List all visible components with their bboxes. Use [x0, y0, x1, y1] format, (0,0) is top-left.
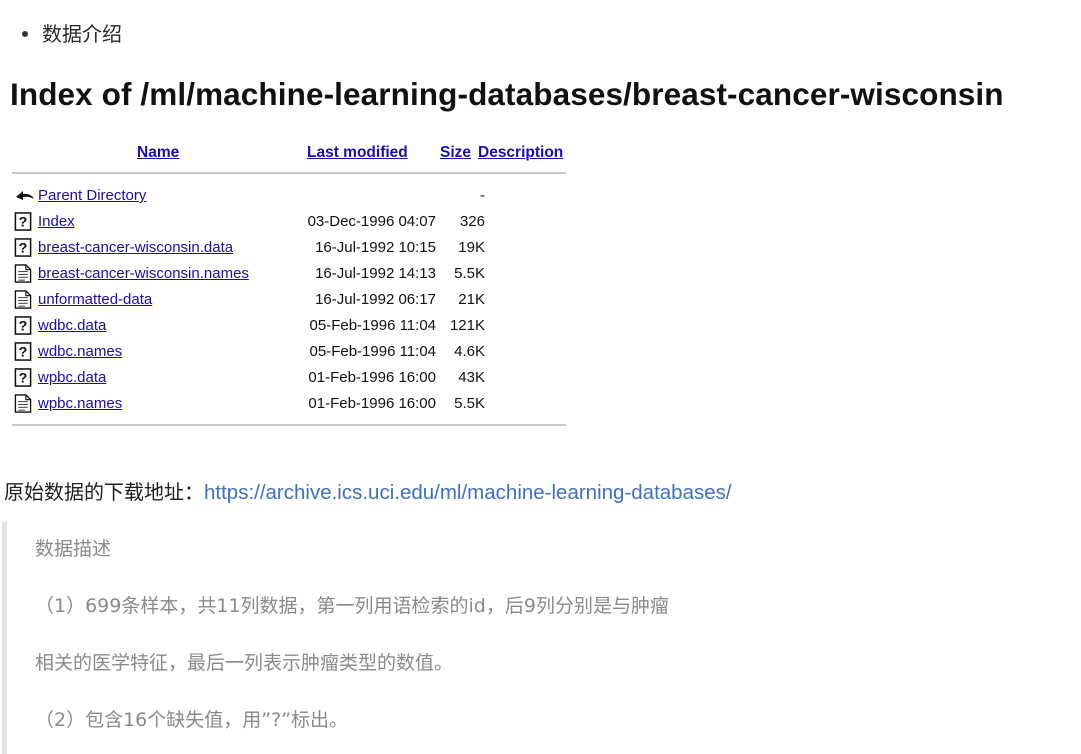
- file-row: ? wdbc.data 05-Feb-1996 11:04 121K: [12, 314, 568, 340]
- text-file-icon: [14, 394, 32, 413]
- section-bullet-label: 数据介绍: [42, 22, 122, 46]
- listing-header: Name Last modified Size Description: [12, 140, 568, 172]
- sort-by-size-link[interactable]: Size: [440, 144, 471, 162]
- unknown-file-icon: ?: [14, 238, 32, 257]
- text-file-icon: [14, 290, 32, 309]
- text-file-icon: [14, 264, 32, 283]
- file-size: -: [480, 187, 485, 204]
- sort-by-name-link[interactable]: Name: [137, 144, 179, 162]
- back-arrow-icon: [14, 186, 34, 205]
- sort-by-description-link[interactable]: Description: [478, 144, 563, 162]
- last-modified: 03-Dec-1996 04:07: [307, 213, 436, 230]
- header-divider: [12, 172, 566, 174]
- description-title: 数据描述: [35, 538, 112, 560]
- directory-listing: Name Last modified Size Description Pare…: [12, 140, 568, 426]
- description-line-3: （2）包含16个缺失值，用”?”标出。: [35, 709, 349, 731]
- file-rows: Parent Directory -? Index 03-Dec-1996 04:07…: [12, 184, 568, 418]
- file-link[interactable]: wpbc.data: [38, 369, 106, 386]
- svg-text:?: ?: [19, 319, 28, 335]
- description-line-2: 相关的医学特征，最后一列表示肿瘤类型的数值。: [35, 652, 454, 674]
- file-row: breast-cancer-wisconsin.names 16-Jul-1992…: [12, 262, 568, 288]
- unknown-file-icon: ?: [14, 316, 32, 335]
- unknown-file-icon: ?: [14, 212, 32, 231]
- last-modified: 05-Feb-1996 11:04: [309, 343, 436, 360]
- file-link[interactable]: breast-cancer-wisconsin.data: [38, 239, 233, 256]
- file-size: 4.6K: [454, 343, 485, 360]
- file-row: ? wdbc.names 05-Feb-1996 11:04 4.6K: [12, 340, 568, 366]
- file-row: unformatted-data 16-Jul-1992 06:17 21K: [12, 288, 568, 314]
- svg-text:?: ?: [19, 241, 28, 257]
- description-quote: 数据描述 （1）699条样本，共11列数据，第一列用语检索的id，后9列分别是与…: [2, 522, 1081, 754]
- last-modified: 16-Jul-1992 06:17: [315, 291, 436, 308]
- file-link[interactable]: wpbc.names: [38, 395, 122, 412]
- svg-text:?: ?: [19, 371, 28, 387]
- download-label: 原始数据的下载地址：: [4, 480, 204, 504]
- sort-by-modified-link[interactable]: Last modified: [307, 144, 408, 162]
- last-modified: 05-Feb-1996 11:04: [309, 317, 436, 334]
- last-modified: 16-Jul-1992 14:13: [315, 265, 436, 282]
- bullet-dot: [22, 30, 28, 37]
- page-title: Index of /ml/machine-learning-databases/…: [10, 76, 1004, 112]
- file-link[interactable]: unformatted-data: [38, 291, 152, 308]
- svg-text:?: ?: [19, 345, 28, 361]
- footer-divider: [12, 424, 566, 426]
- file-row: ? wpbc.data 01-Feb-1996 16:00 43K: [12, 366, 568, 392]
- file-link[interactable]: breast-cancer-wisconsin.names: [38, 265, 249, 282]
- description-line-1: （1）699条样本，共11列数据，第一列用语检索的id，后9列分别是与肿瘤: [35, 595, 669, 617]
- last-modified: 01-Feb-1996 16:00: [308, 369, 436, 386]
- download-line: 原始数据的下载地址：https://archive.ics.uci.edu/ml…: [4, 476, 732, 505]
- file-size: 21K: [458, 291, 485, 308]
- file-link[interactable]: wdbc.data: [38, 317, 106, 334]
- file-row: wpbc.names 01-Feb-1996 16:00 5.5K: [12, 392, 568, 418]
- file-size: 5.5K: [454, 265, 485, 282]
- unknown-file-icon: ?: [14, 342, 32, 361]
- file-size: 43K: [458, 369, 485, 386]
- last-modified: 01-Feb-1996 16:00: [308, 395, 436, 412]
- file-link[interactable]: Index: [38, 213, 75, 230]
- file-row: ? breast-cancer-wisconsin.data 16-Jul-1992…: [12, 236, 568, 262]
- file-size: 121K: [449, 317, 485, 334]
- section-bullet: 数据介绍: [22, 18, 122, 47]
- file-link[interactable]: Parent Directory: [38, 187, 146, 204]
- svg-text:?: ?: [19, 215, 28, 231]
- file-row: ? Index 03-Dec-1996 04:07 326: [12, 210, 568, 236]
- last-modified: 16-Jul-1992 10:15: [315, 239, 436, 256]
- file-size: 5.5K: [454, 395, 485, 412]
- download-url-link[interactable]: https://archive.ics.uci.edu/ml/machine-l…: [204, 481, 732, 504]
- file-size: 19K: [458, 239, 485, 256]
- unknown-file-icon: ?: [14, 368, 32, 387]
- file-link[interactable]: wdbc.names: [38, 343, 122, 360]
- file-row: Parent Directory -: [12, 184, 568, 210]
- file-size: 326: [459, 213, 485, 230]
